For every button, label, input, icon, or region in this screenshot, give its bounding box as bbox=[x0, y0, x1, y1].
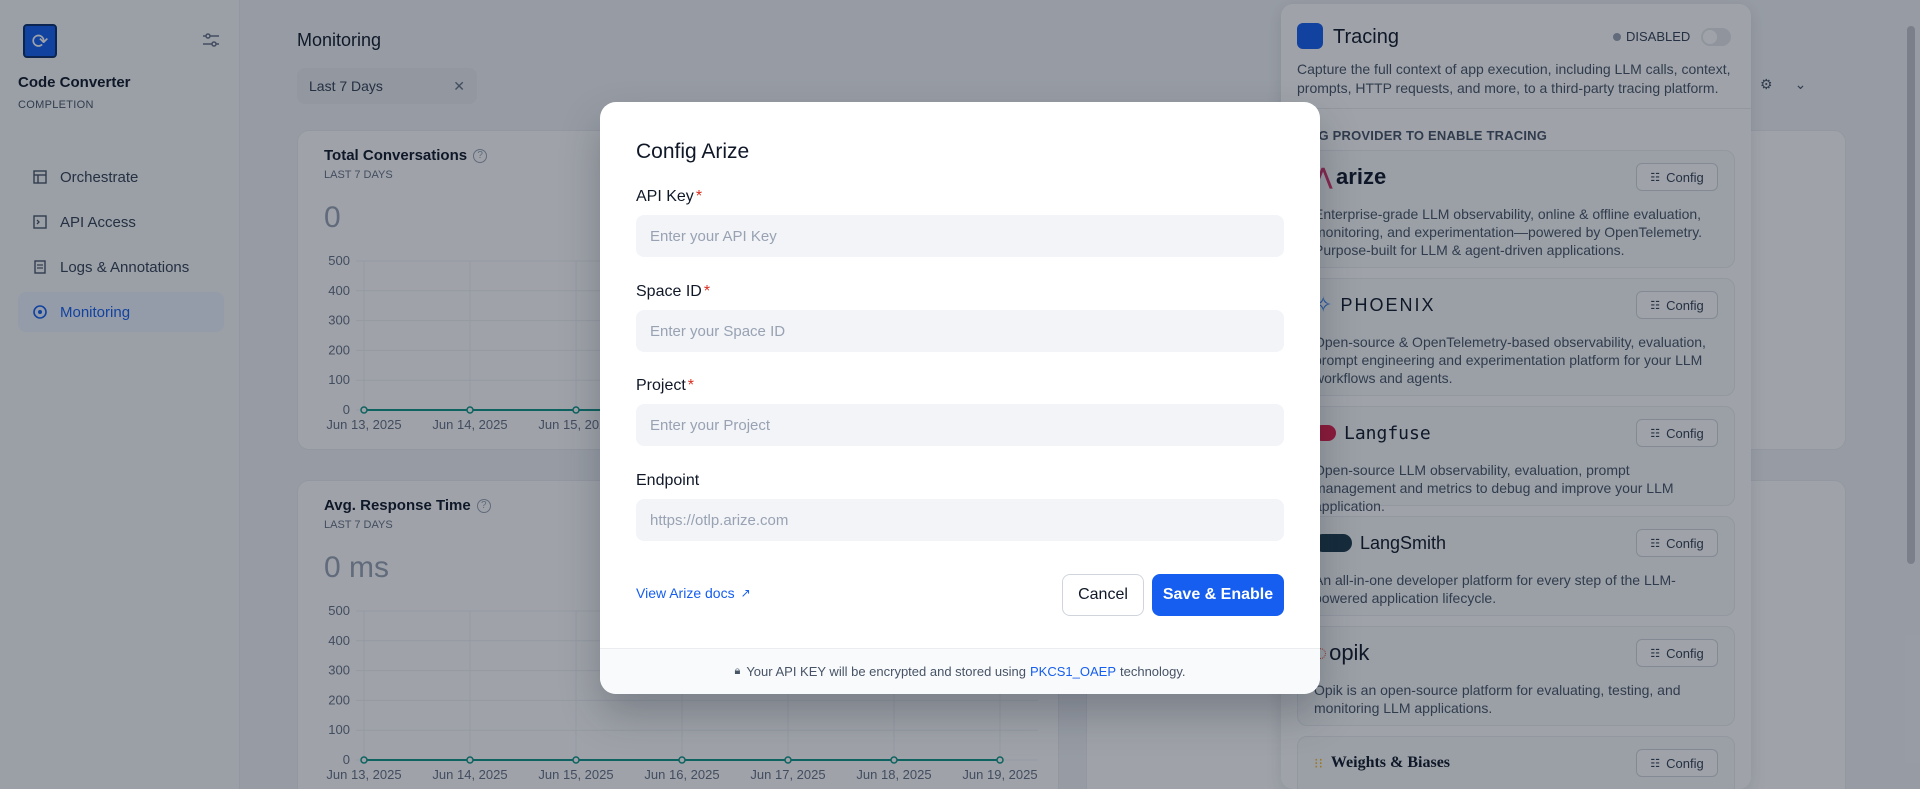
save-enable-button[interactable]: Save & Enable bbox=[1152, 574, 1284, 616]
modal-title: Config Arize bbox=[636, 140, 750, 163]
config-arize-modal: Config Arize API Key* Space ID* Project*… bbox=[600, 102, 1320, 694]
space-id-label: Space ID * bbox=[636, 283, 711, 300]
encryption-tech-link[interactable]: PKCS1_OAEP bbox=[1030, 664, 1116, 679]
view-docs-link[interactable]: View Arize docs ↗ bbox=[636, 585, 751, 601]
required-mark: * bbox=[703, 283, 711, 300]
modal-footer: 🔒︎ Your API KEY will be encrypted and st… bbox=[600, 648, 1320, 694]
footer-text-post: technology. bbox=[1120, 664, 1186, 679]
endpoint-input[interactable] bbox=[636, 499, 1284, 541]
endpoint-label: Endpoint bbox=[636, 472, 700, 489]
required-mark: * bbox=[687, 377, 695, 394]
external-link-icon: ↗ bbox=[740, 586, 751, 600]
space-id-input[interactable] bbox=[636, 310, 1284, 352]
required-mark: * bbox=[695, 188, 703, 205]
project-label: Project * bbox=[636, 377, 695, 394]
api-key-input[interactable] bbox=[636, 215, 1284, 257]
project-input[interactable] bbox=[636, 404, 1284, 446]
footer-text-pre: Your API KEY will be encrypted and store… bbox=[746, 664, 1026, 679]
api-key-label: API Key * bbox=[636, 188, 703, 205]
lock-icon: 🔒︎ bbox=[734, 665, 741, 677]
cancel-button[interactable]: Cancel bbox=[1062, 574, 1144, 616]
